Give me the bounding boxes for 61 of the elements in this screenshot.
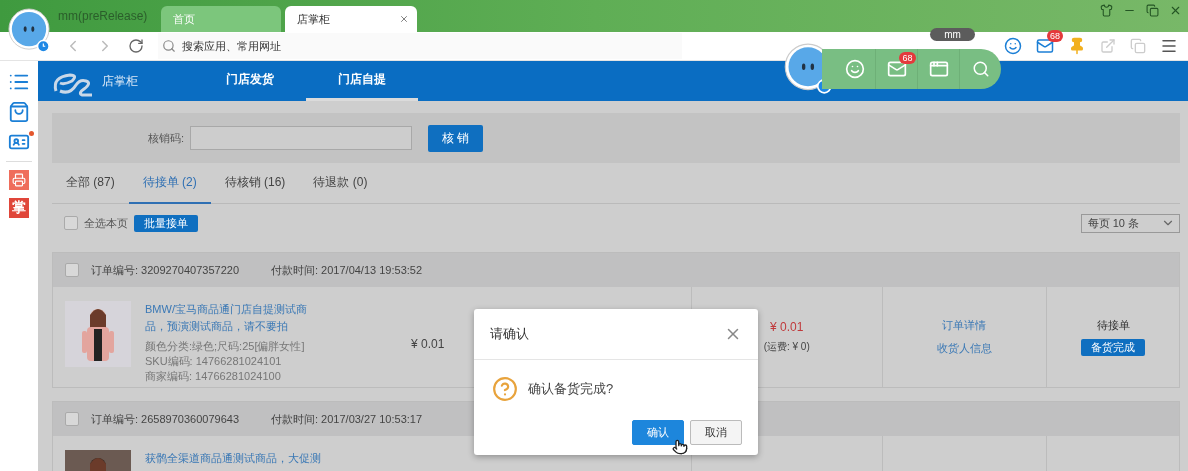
restore-icon[interactable] [1146, 4, 1159, 17]
count-badge: 68 [899, 52, 916, 64]
search-icon [162, 39, 176, 53]
batch-accept-button[interactable]: 批量接单 [134, 214, 198, 232]
status-tab[interactable]: 全部 (87) [52, 163, 129, 204]
question-icon [492, 376, 518, 402]
address-field[interactable]: 搜索应用、常用网址 [158, 33, 682, 59]
order-number: 订单编号: 2658970360079643 [91, 411, 239, 427]
avatar-icon[interactable] [8, 8, 50, 54]
payment-time: 付款时间: 2017/04/13 19:53:52 [271, 262, 423, 278]
cancel-button[interactable]: 取消 [690, 420, 742, 445]
nav-tab[interactable]: 门店发货 [194, 61, 306, 101]
page-size-select[interactable]: 每页 10 条 [1080, 213, 1180, 233]
shirt-icon[interactable] [1100, 4, 1113, 17]
order-link[interactable]: 收货人信息 [936, 340, 992, 357]
field-label: 核销码: [148, 130, 185, 146]
shipping-fee: (运费: ¥ 0) [763, 340, 810, 354]
payment-time: 付款时间: 2017/03/27 10:53:17 [271, 411, 423, 427]
product-attribute: SKU编码: 14766281024101 [145, 354, 283, 369]
status-tab[interactable]: 待退款 (0) [299, 163, 382, 204]
product-title[interactable]: BMW/宝马商品通门店自提测试商 [145, 301, 395, 318]
checkbox[interactable] [65, 412, 79, 426]
checkbox[interactable] [64, 216, 78, 230]
close-icon[interactable] [1169, 4, 1182, 17]
order-link[interactable]: 订单详情 [942, 317, 987, 334]
product-title[interactable]: 品，预演测试商品，请不要拍 [145, 318, 395, 335]
reload-icon[interactable] [128, 38, 144, 54]
brand-name: 店掌柜 [102, 72, 138, 90]
search-icon[interactable] [971, 60, 990, 78]
smile-icon[interactable] [1004, 37, 1022, 55]
name-tooltip: mm [930, 28, 975, 41]
status-tab[interactable]: 待接单 (2) [128, 163, 211, 204]
count-badge: 68 [1047, 30, 1063, 42]
profile-name: mm(preRelease) [58, 9, 148, 23]
status-tab[interactable]: 待核销 (16) [210, 163, 300, 204]
product-title[interactable]: 获鹘全渠道商品通测试商品，大促测 [145, 450, 395, 467]
total-price: ¥ 0.01 [770, 320, 804, 334]
order-status: 待接单 [1096, 318, 1130, 333]
mail-icon[interactable] [1036, 37, 1054, 55]
confirm-button[interactable]: 确认 [632, 420, 684, 445]
browser-tab[interactable]: 店掌柜 [285, 6, 418, 32]
input-field[interactable] [190, 126, 413, 150]
product-attribute: 商家编码: 14766281024100 [145, 369, 282, 384]
dialog-message: 确认备货完成? [528, 380, 614, 398]
checkbox[interactable] [65, 263, 79, 277]
app-icon[interactable]: 掌 [9, 198, 29, 218]
notification-dot [29, 131, 34, 136]
order-number: 订单编号: 3209270407357220 [91, 262, 239, 278]
pin-icon[interactable] [1068, 37, 1086, 55]
bag-icon[interactable] [8, 101, 30, 123]
printer-icon[interactable] [9, 170, 29, 190]
unit-price: ¥ 0.01 [411, 337, 445, 351]
menu-icon[interactable] [1160, 37, 1178, 55]
stock-ready-button[interactable]: 备货完成 [1081, 339, 1146, 356]
window-icon[interactable] [928, 59, 949, 79]
checkbox-label: 全选本页 [84, 215, 128, 231]
verify-button[interactable]: 核 销 [428, 124, 484, 152]
close-icon[interactable] [399, 14, 410, 24]
dialog-title: 请确认 [490, 325, 529, 343]
product-attribute: 颜色分类:绿色;尺码:25[偏胖女性] [145, 339, 306, 354]
mail-icon[interactable] [886, 59, 907, 79]
